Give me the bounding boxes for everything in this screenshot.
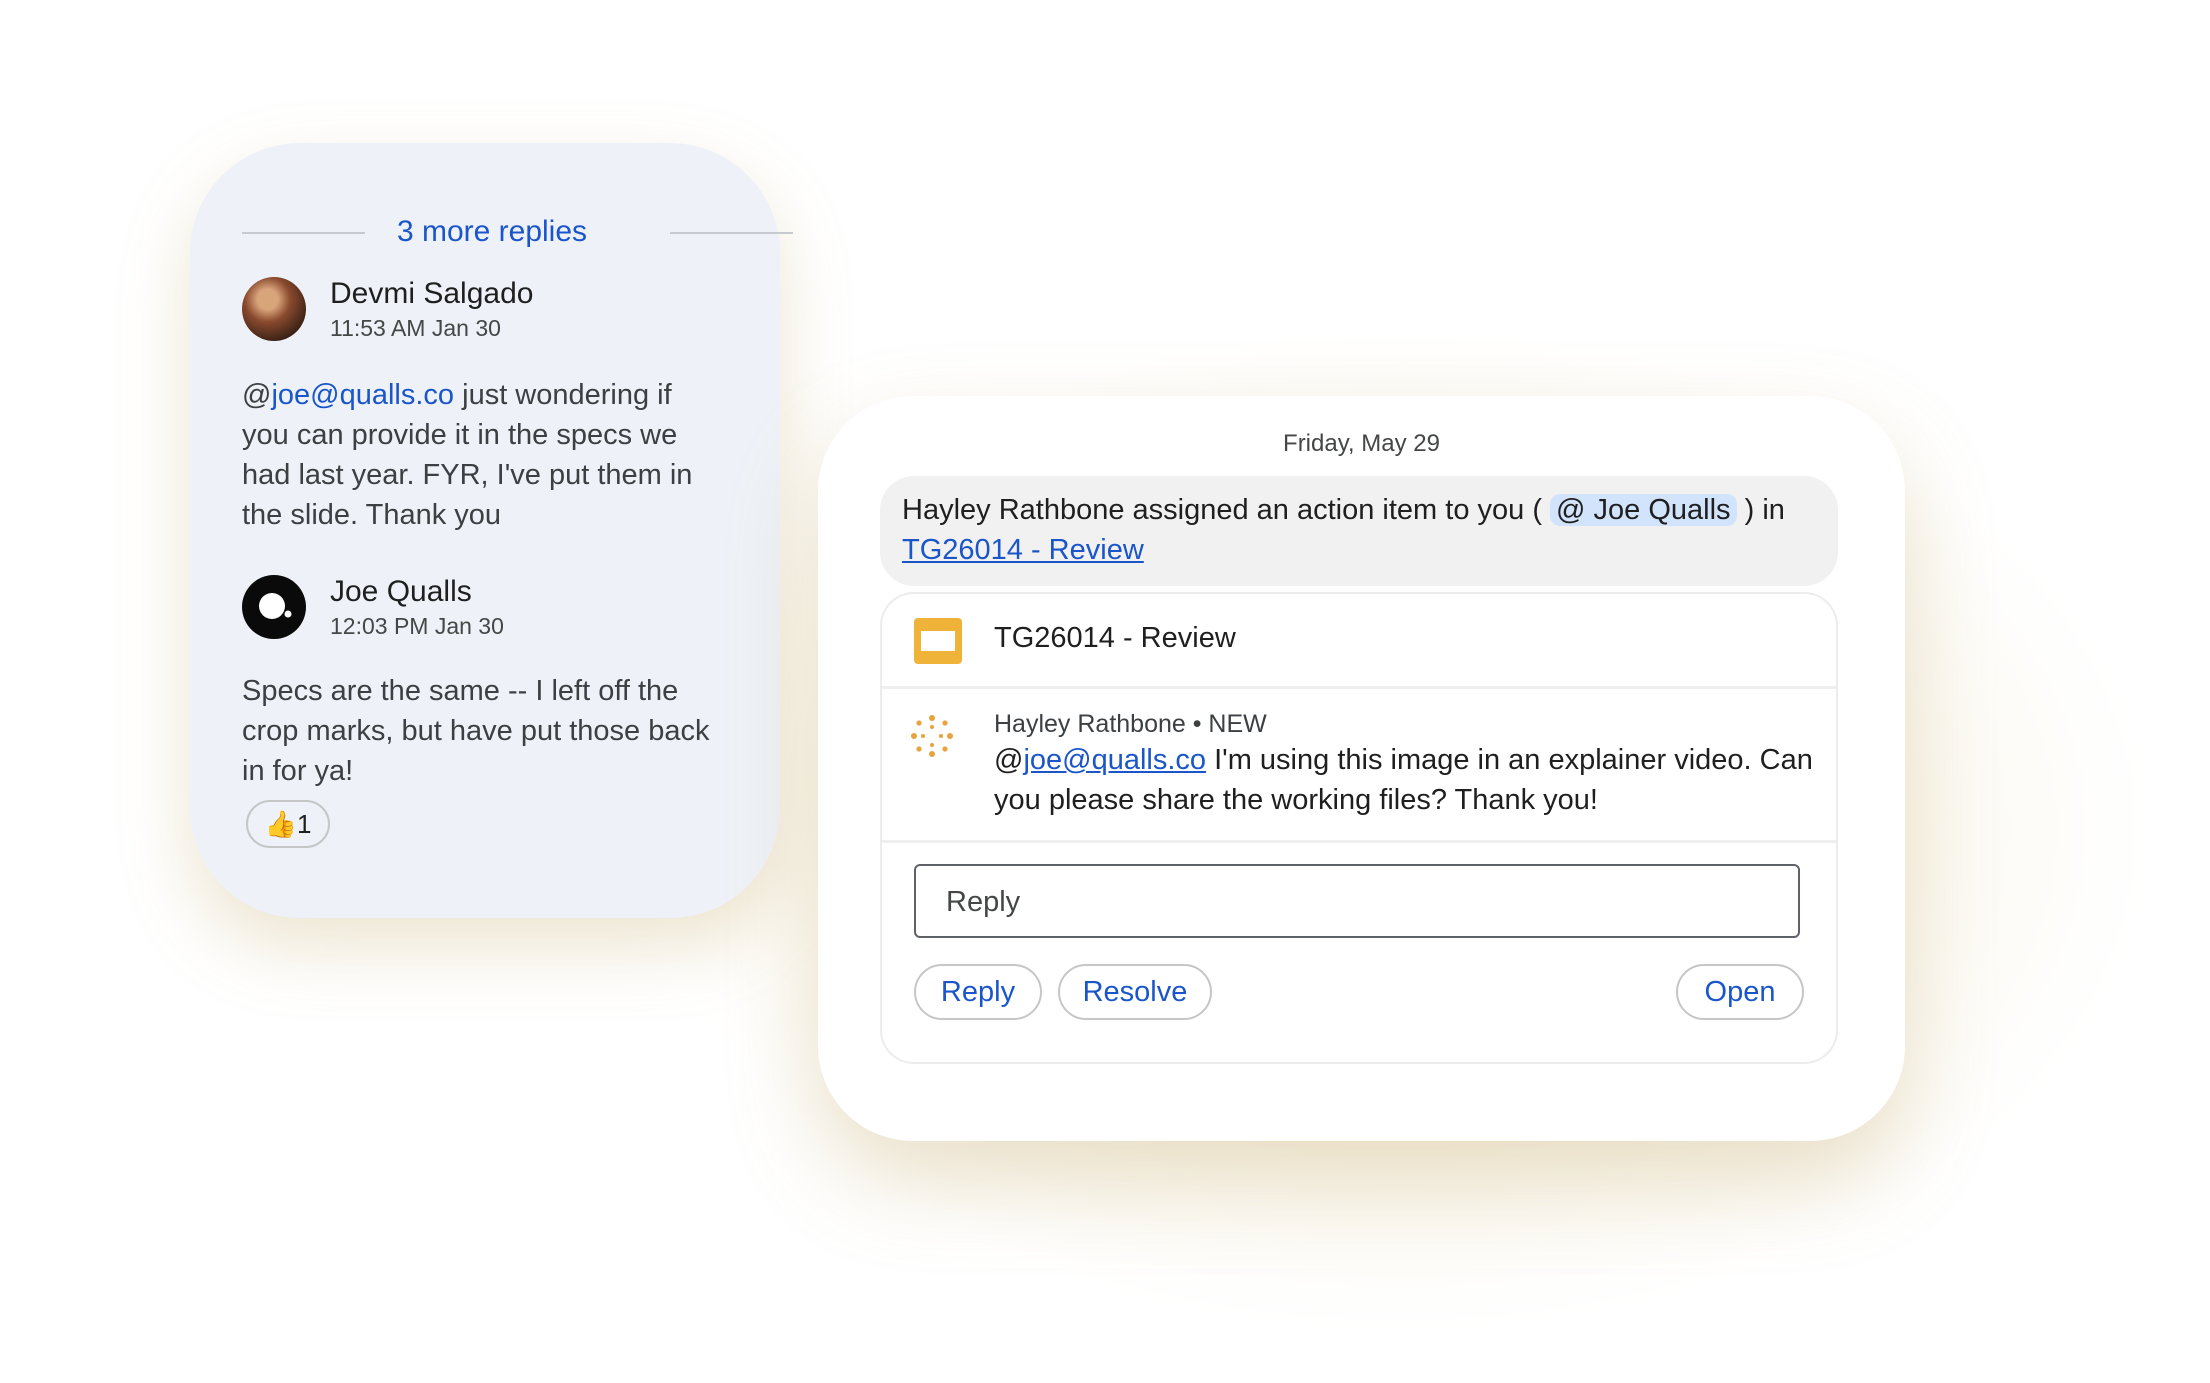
doc-link[interactable]: TG26014 - Review	[902, 534, 1144, 566]
more-replies-divider[interactable]: 3 more replies	[242, 215, 793, 249]
document-title: TG26014 - Review	[994, 622, 1236, 654]
message-text: @joe@qualls.co I'm using this image in a…	[994, 740, 1814, 820]
resolve-button[interactable]: Resolve	[1058, 964, 1212, 1020]
date-separator: Friday, May 29	[1283, 430, 1440, 457]
avatar	[242, 277, 306, 341]
divider-line-right	[670, 232, 793, 234]
comment-message: Hayley Rathbone • NEW @joe@qualls.co I'm…	[882, 688, 1836, 843]
mention-at: @	[242, 379, 272, 411]
more-replies-link[interactable]: 3 more replies	[242, 215, 742, 249]
comment-author: Devmi Salgado	[330, 277, 534, 310]
mention-at: @	[994, 744, 1024, 776]
reply-input[interactable]: Reply	[914, 864, 1800, 938]
reaction-count: 1	[296, 809, 312, 839]
thumbs-up-icon: 👍	[264, 809, 297, 839]
chat-notification-card: Friday, May 29 Hayley Rathbone assigned …	[818, 396, 1905, 1141]
comment-timestamp: 11:53 AM Jan 30	[330, 315, 501, 341]
comment-timestamp: 12:03 PM Jan 30	[330, 613, 504, 639]
reply-button[interactable]: Reply	[914, 964, 1042, 1020]
notification-prefix: Hayley Rathbone assigned an action item …	[902, 494, 1542, 526]
comment-text: @joe@qualls.co just wondering if you can…	[242, 375, 722, 535]
slides-icon	[914, 618, 962, 664]
document-row[interactable]: TG26014 - Review	[882, 594, 1836, 689]
mention-chip[interactable]: @ Joe Qualls	[1550, 494, 1737, 526]
comment-author: Joe Qualls	[330, 575, 472, 608]
sparkle-dots-icon	[911, 715, 953, 757]
open-button[interactable]: Open	[1676, 964, 1804, 1020]
notification-suffix: ) in	[1744, 494, 1785, 526]
avatar	[242, 575, 306, 639]
mention-email-link[interactable]: joe@qualls.co	[271, 379, 454, 411]
chat-logo-icon	[259, 593, 292, 619]
notification-bubble: Hayley Rathbone assigned an action item …	[880, 476, 1838, 586]
comment-text: Specs are the same -- I left off the cro…	[242, 675, 710, 787]
notification-text: Hayley Rathbone assigned an action item …	[902, 490, 1832, 570]
action-item-card: TG26014 - Review Hayley Rathbone • NEW @…	[880, 592, 1838, 1064]
mention-email-link[interactable]: joe@qualls.co	[1023, 744, 1206, 776]
thumbs-up-reaction[interactable]: 👍1	[246, 800, 330, 848]
message-header: Hayley Rathbone • NEW	[994, 710, 1267, 738]
comment-thread-card: 3 more replies Devmi Salgado 11:53 AM Ja…	[190, 143, 793, 918]
